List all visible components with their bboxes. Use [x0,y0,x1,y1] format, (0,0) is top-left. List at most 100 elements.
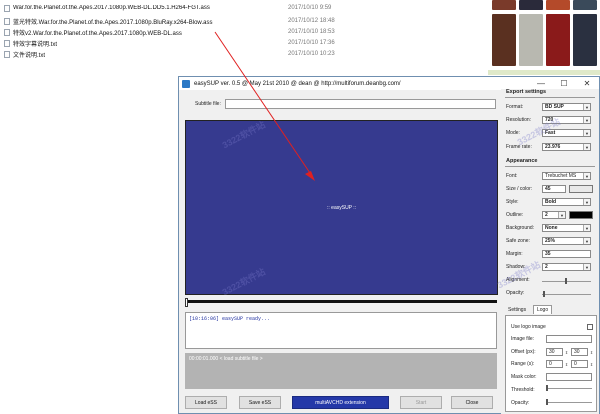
spinner-icon[interactable]: ⇕ [589,348,594,356]
style-label: Style: [506,199,519,205]
safezone-select[interactable]: 25% ▼ [542,237,591,245]
margin-value: 35 [545,251,551,257]
opacity-slider[interactable] [542,294,591,295]
poster-thumbnail[interactable] [519,14,543,66]
multiavchd-extension-button[interactable]: multiAVCHD extension [292,396,389,409]
chevron-down-icon: ▼ [583,199,590,205]
file-icon [4,39,10,47]
threshold-slider[interactable] [546,388,592,389]
poster-thumbnail[interactable] [546,14,570,66]
safezone-label: Safe zone: [506,238,530,244]
file-explorer-list: War.for.the.Planet.of.the.Apes.2017.1080… [0,0,488,76]
preview-text: :: easySUP :: [327,205,357,211]
background-label: Background: [506,225,535,231]
poster-thumbnail[interactable] [573,0,597,10]
opacity-slider-thumb[interactable] [543,291,545,297]
range-label: Range (s): [511,361,535,367]
offset-y-input[interactable]: 30 [571,348,588,356]
font-value: Trebuchet MS [545,173,577,179]
format-label: Format: [506,104,524,110]
file-row[interactable]: 特效v2.War.for.the.Planet.of.the.Apes.2017… [4,27,364,37]
range-to-value: 0 [574,361,577,367]
file-icon [4,50,10,58]
chevron-down-icon: ▼ [583,130,590,136]
chevron-down-icon: ▼ [583,104,590,110]
background-value: None [545,225,558,231]
offset-y-value: 30 [574,349,580,355]
file-date: 2017/10/10 10:23 [288,51,335,57]
margin-input[interactable]: 35 [542,250,591,258]
chevron-down-icon: ▼ [583,173,590,179]
spinner-icon[interactable]: ⇕ [589,360,594,368]
logo-opacity-slider-thumb[interactable] [546,399,548,405]
file-name: 特效v2.War.for.the.Planet.of.the.Apes.2017… [13,30,182,37]
file-row[interactable]: 特效字幕说明.txt 2017/10/10 17:36 [4,38,364,48]
file-row[interactable]: 文件说明.txt 2017/10/10 10:23 [4,49,364,59]
use-logo-checkbox[interactable] [587,324,593,330]
style-select[interactable]: Bold ▼ [542,198,591,206]
file-row[interactable]: 蓝光特效.War.for.the.Planet.of.the.Apes.2017… [4,16,364,26]
tab-logo[interactable]: Logo [533,305,553,314]
spinner-icon[interactable]: ⇕ [564,360,569,368]
file-date: 2017/10/10 17:36 [288,40,335,46]
poster-thumbnail[interactable] [492,0,516,10]
logo-opacity-label: Opacity: [511,400,530,406]
timeline-track[interactable] [185,300,497,303]
offset-x-input[interactable]: 30 [546,348,563,356]
background-strip [488,70,600,75]
size-input[interactable]: 45 [542,185,566,193]
divider [505,97,595,98]
file-row[interactable]: War.for.the.Planet.of.the.Apes.2017.1080… [4,3,364,13]
file-icon [4,17,10,25]
range-to-input[interactable]: 0 [571,360,588,368]
poster-thumbnail[interactable] [492,14,516,66]
start-button[interactable]: Start [400,396,442,409]
poster-thumbnail[interactable] [519,0,543,10]
tab-settings[interactable]: Settings [505,306,529,314]
resolution-label: Resolution: [506,117,532,123]
load-ess-button[interactable]: Load eSS [185,396,227,409]
format-select[interactable]: BD SUP ▼ [542,103,591,111]
spinner-icon[interactable]: ⇕ [564,348,569,356]
image-file-input[interactable] [546,335,592,343]
file-name: 文件说明.txt [13,52,46,59]
log-box[interactable]: [10:16:06] easySUP ready... [185,312,497,349]
file-icon [4,4,10,12]
chevron-down-icon: ▼ [583,225,590,231]
margin-label: Margin: [506,251,523,257]
background-select[interactable]: None ▼ [542,224,591,232]
chevron-down-icon: ▼ [583,144,590,150]
range-from-input[interactable]: 0 [546,360,563,368]
opacity-label: Opacity: [506,290,525,296]
status-text: 00:00:01.000 < load subtitle file > [189,356,263,362]
text-color-swatch[interactable] [569,185,593,193]
log-line: [10:16:06] easySUP ready... [189,316,271,322]
safezone-value: 25% [545,238,556,244]
mask-color-swatch[interactable] [546,373,592,381]
logo-opacity-slider[interactable] [546,402,592,403]
framerate-select[interactable]: 23.976 ▼ [542,143,591,151]
chevron-down-icon: ▼ [583,264,590,270]
divider [505,166,595,167]
file-name: War.for.the.Planet.of.the.Apes.2017.1080… [13,5,210,11]
file-date: 2017/10/10 9:59 [288,5,332,11]
font-select[interactable]: Trebuchet MS ▼ [542,172,591,180]
framerate-value: 23.976 [545,144,561,150]
alignment-slider-thumb[interactable] [565,278,567,284]
subtitle-file-input[interactable] [224,98,496,109]
threshold-slider-thumb[interactable] [546,385,548,391]
window-title: easySUP ver. 0.5 @ May 21st 2010 @ dean … [194,80,401,87]
offset-label: Offset (px): [511,349,536,355]
image-file-label: Image file: [511,336,535,342]
use-logo-label: Use logo image [511,324,546,330]
outline-select[interactable]: 2 ▼ [542,211,566,219]
poster-thumbnail[interactable] [573,14,597,66]
close-button[interactable]: Close [451,396,493,409]
save-ess-button[interactable]: Save eSS [239,396,281,409]
timeline-thumb[interactable] [185,298,188,307]
file-name: 特效字幕说明.txt [13,41,58,48]
file-name: 蓝光特效.War.for.the.Planet.of.the.Apes.2017… [13,19,213,26]
poster-thumbnail[interactable] [546,0,570,10]
outline-color-swatch[interactable] [569,211,593,219]
shadow-select[interactable]: 2 ▼ [542,263,591,271]
